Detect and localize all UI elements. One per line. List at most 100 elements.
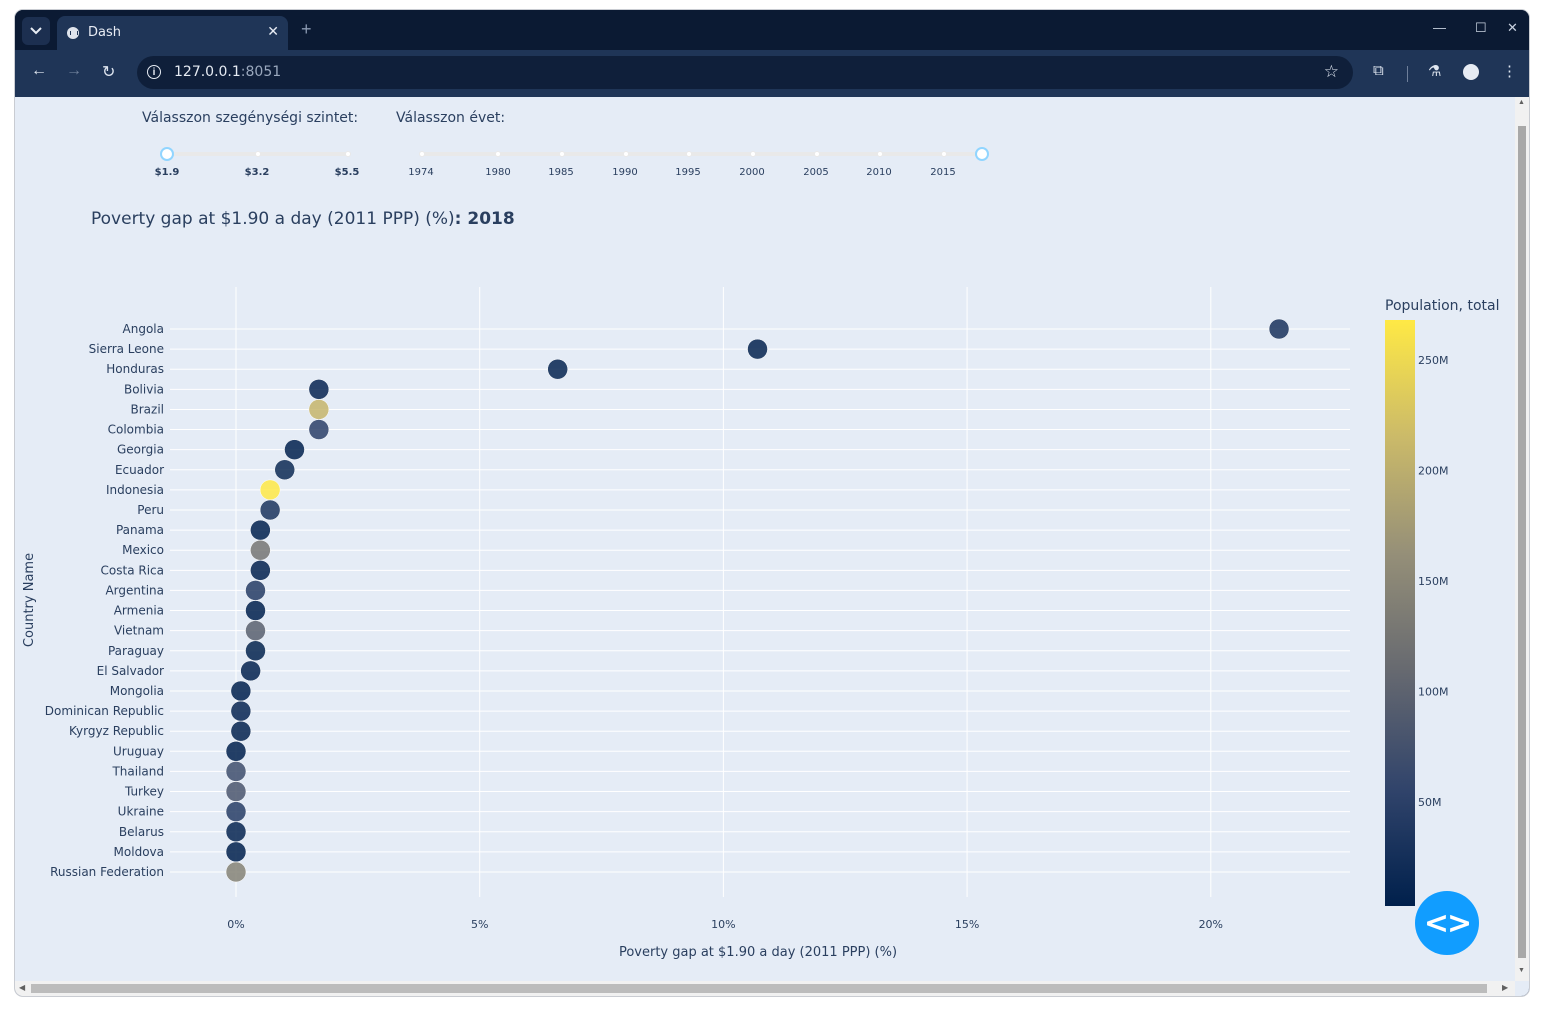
data-point [225,761,247,782]
x-tick-label: 15% [955,918,979,931]
x-tick-label: 20% [1199,918,1223,931]
data-point [225,741,247,762]
y-tick-label: Argentina [105,583,164,597]
y-axis-title: Country Name [22,553,37,647]
y-tick-label: Colombia [108,423,164,437]
data-point [284,439,305,460]
y-tick-label: Armenia [114,604,164,618]
browser-window: Dash ✕ + — ☐ ✕ ← → ↻ i 127.0.0.1:8051 ☆ … [15,10,1529,996]
tab-title: Dash [88,25,121,40]
back-icon[interactable]: ← [31,62,47,80]
vertical-scrollbar[interactable]: ▲ ▼ [1515,97,1529,981]
data-point [1268,318,1290,340]
scroll-down-icon[interactable]: ▼ [1518,967,1525,974]
y-tick-label: Ecuador [115,463,164,477]
y-tick-label: Russian Federation [50,865,164,879]
data-point [250,539,271,561]
y-tick-label: Brazil [131,402,165,416]
scroll-right-icon[interactable]: ▶ [1502,983,1508,992]
profile-icon[interactable] [1463,64,1479,80]
data-point [308,379,330,400]
y-tick-label: Uruguay [113,744,164,758]
y-tick-label: Moldova [114,845,164,859]
site-info-icon[interactable]: i [147,65,161,79]
code-toggle-button[interactable]: <> [1415,891,1479,955]
y-tick-label: Thailand [111,764,164,778]
scatter-chart: 0% 5% 10% 15% 20% Angola Sierra Leone Honduras B… [22,287,1499,960]
x-tick-label: 5% [471,918,488,931]
data-point [259,479,281,501]
y-tick-label: Ukraine [118,805,164,819]
data-point [230,700,252,722]
data-point [274,459,295,481]
tab-strip: Dash ✕ + — ☐ ✕ [15,10,1529,50]
new-tab-icon[interactable]: + [301,19,312,40]
minimize-icon[interactable]: — [1433,20,1446,35]
data-point [250,519,271,541]
data-point [245,600,266,621]
extensions-icon[interactable]: ⧉ [1373,62,1384,79]
scroll-left-icon[interactable]: ◀ [19,983,25,992]
url-host: 127.0.0.1 [174,64,241,80]
data-point [250,560,271,581]
data-point [240,660,261,682]
colorbar-tick-label: 250M [1418,354,1449,367]
x-axis-title: Poverty gap at $1.90 a day (2011 PPP) (%… [619,945,897,960]
maximize-icon[interactable]: ☐ [1475,20,1487,36]
tab-search-icon[interactable] [22,17,50,45]
address-bar[interactable]: i 127.0.0.1:8051 ☆ [137,56,1353,89]
y-tick-label: Turkey [124,785,164,799]
data-point [308,419,330,440]
horizontal-scrollbar[interactable]: ◀ ▶ [15,981,1515,996]
data-point [245,640,266,662]
horizontal-scroll-thumb[interactable] [31,984,1487,993]
toolbar-separator [1407,66,1408,82]
y-tick-label: Bolivia [124,382,164,396]
colorbar-tick-label: 100M [1418,686,1449,699]
y-tick-label: Panama [116,523,164,537]
url-text[interactable]: 127.0.0.1:8051 [174,64,281,80]
y-tick-label: El Salvador [97,664,164,678]
data-point [225,861,247,883]
y-tick-label: Vietnam [114,624,164,638]
y-tick-label: Belarus [119,825,164,839]
data-point [747,338,768,360]
y-tick-label: Dominican Republic [45,704,164,718]
colorbar-title: Population, total [1385,298,1499,314]
y-tick-label: Mongolia [110,684,164,698]
reload-icon[interactable]: ↻ [102,62,115,82]
window-close-icon[interactable]: ✕ [1507,20,1518,36]
chart-favicon-icon [67,27,79,39]
labs-flask-icon[interactable]: ⚗ [1428,62,1441,80]
y-tick-label: Sierra Leone [89,342,164,356]
data-point [225,801,247,822]
colorbar [1385,320,1415,906]
data-point [225,781,247,802]
data-point [245,620,266,641]
data-point [230,720,252,742]
y-tick-label: Kyrgyz Republic [69,724,164,738]
more-menu-icon[interactable]: ⋮ [1502,62,1517,80]
data-point [225,821,247,842]
y-tick-label: Indonesia [106,483,164,497]
data-point [245,580,266,601]
colorbar-tick-label: 150M [1418,575,1449,588]
data-point [225,841,247,863]
y-tick-label: Paraguay [108,644,164,658]
x-tick-label: 10% [711,918,735,931]
vertical-scroll-thumb[interactable] [1518,126,1526,958]
x-tick-label: 0% [227,918,244,931]
y-tick-label: Honduras [106,362,164,376]
tab-dash[interactable]: Dash ✕ [57,16,288,50]
scroll-up-icon[interactable]: ▲ [1518,99,1525,106]
close-icon[interactable]: ✕ [267,23,279,40]
y-tick-label: Peru [137,503,164,517]
forward-icon[interactable]: → [66,62,82,80]
bookmark-star-icon[interactable]: ☆ [1324,62,1339,82]
colorbar-tick-label: 50M [1418,796,1442,809]
browser-toolbar: ← → ↻ i 127.0.0.1:8051 ☆ ⧉ ⚗ ⋮ [15,50,1529,97]
data-point [308,399,330,420]
data-point [259,499,281,521]
y-tick-label: Costa Rica [101,563,164,577]
colorbar-tick-label: 200M [1418,464,1449,477]
